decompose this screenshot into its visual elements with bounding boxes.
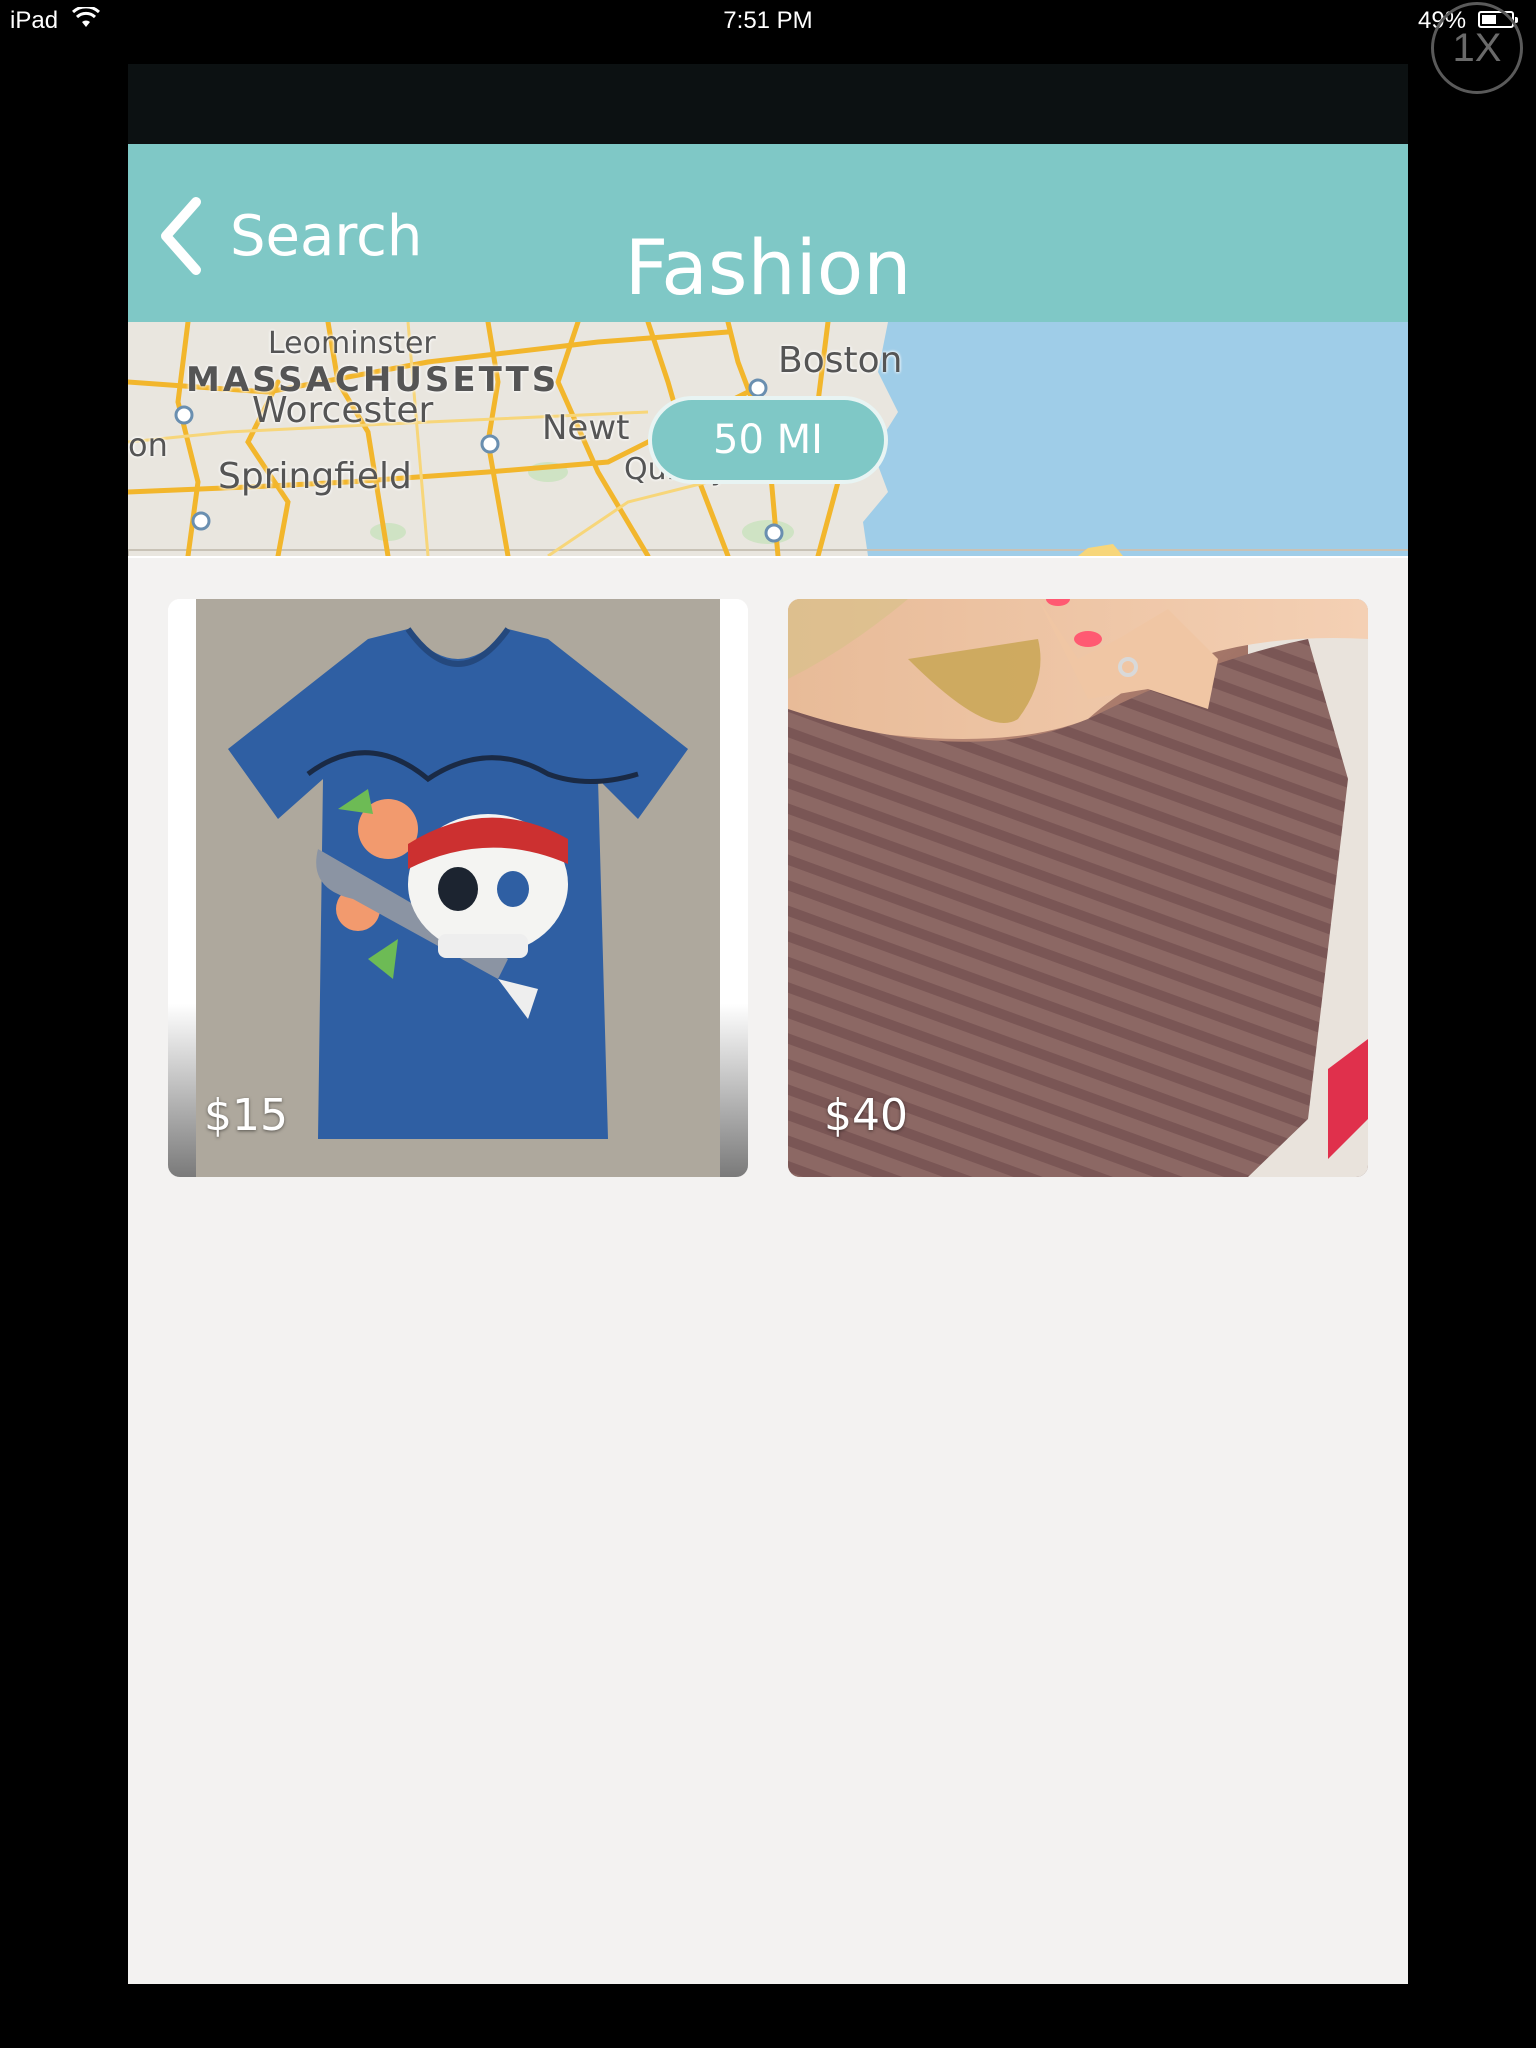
radius-selector-button[interactable]: 50 MI — [648, 396, 888, 484]
listing-card[interactable]: $40 — [788, 599, 1368, 1177]
navigation-bar: Search Fashion — [128, 144, 1408, 323]
page-title: Fashion — [624, 223, 912, 312]
listing-price: $15 — [204, 1090, 288, 1141]
status-bar: iPad 7:51 PM 49% — [0, 0, 1536, 40]
clock: 7:51 PM — [723, 7, 813, 34]
map-label-springfield: Springfield — [218, 456, 412, 497]
map-label-leominster: Leominster — [268, 326, 436, 361]
listing-price: $40 — [824, 1090, 908, 1141]
app-window: Search Fashion Leominster MASSACHUSETTS … — [128, 64, 1408, 1984]
map-label-boston: Boston — [778, 340, 903, 381]
map-label-partial: on — [128, 426, 168, 464]
zoom-toggle-button[interactable]: 1X — [1431, 2, 1523, 94]
map-label-newton: Newt — [542, 408, 630, 448]
map-label-worcester: Worcester — [252, 390, 434, 431]
top-strip — [128, 64, 1408, 144]
listing-card[interactable]: $15 — [168, 599, 748, 1177]
